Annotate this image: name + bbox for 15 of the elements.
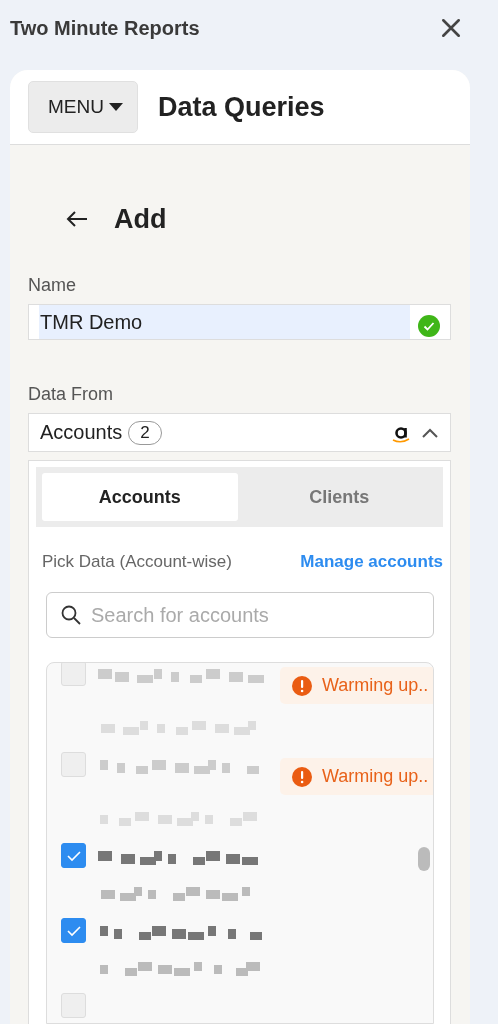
tab[interactable]: Clients <box>241 473 437 521</box>
menu-button[interactable]: MENU <box>28 81 138 133</box>
search-field[interactable]: Search for accounts <box>46 592 434 638</box>
name-field[interactable]: TMR Demo <box>28 304 451 340</box>
data-source-dropdown[interactable]: Accounts 2 <box>28 413 451 452</box>
section-title: Add <box>114 203 167 235</box>
app-title: Two Minute Reports <box>10 16 200 40</box>
status-text: Warming up.. <box>322 675 429 696</box>
field-label: Data From <box>28 384 115 405</box>
page-heading: Data Queries <box>157 91 325 123</box>
tab[interactable]: Accounts <box>42 473 238 521</box>
search-input[interactable]: Search for accounts <box>89 602 433 628</box>
field-label: Name <box>28 275 77 296</box>
status-text: Warming up.. <box>322 766 429 787</box>
pick-label: Pick Data (Account-wise) <box>42 552 232 572</box>
